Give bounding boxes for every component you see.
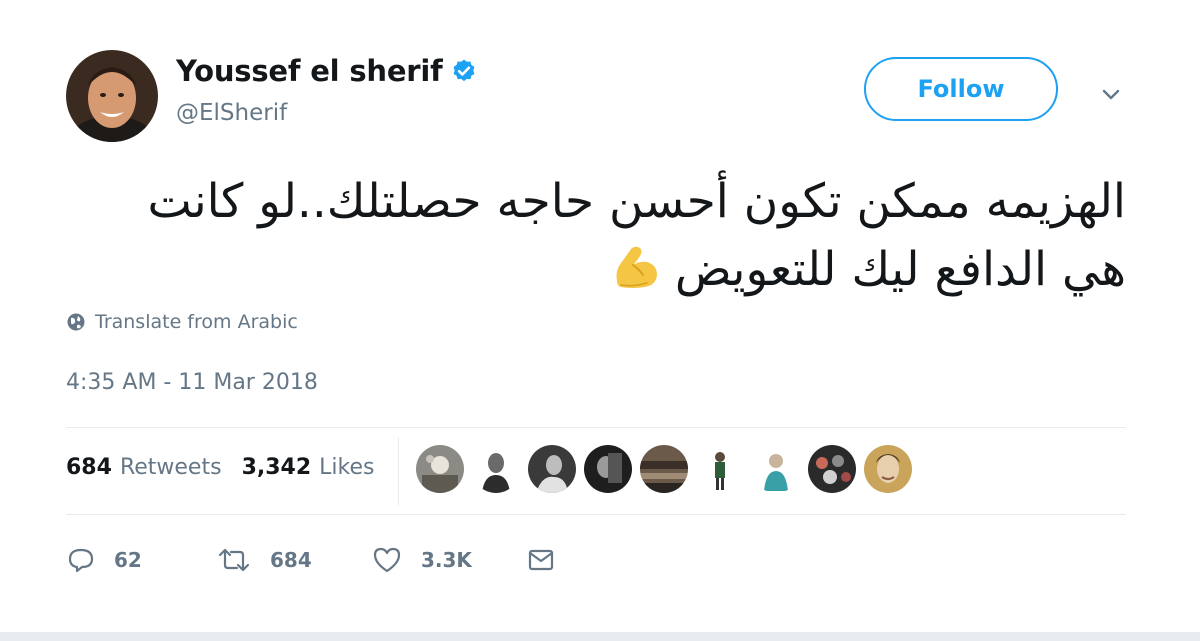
divider	[66, 427, 1126, 428]
liker-avatar[interactable]	[472, 445, 520, 493]
likes-label[interactable]: Likes	[319, 455, 374, 480]
direct-message-button[interactable]	[526, 545, 556, 575]
tweet-stats: 684 Retweets 3,342 Likes	[66, 455, 374, 480]
stats-divider	[398, 437, 399, 505]
retweets-label[interactable]: Retweets	[120, 455, 222, 480]
reply-count: 62	[114, 548, 142, 572]
retweets-count[interactable]: 684	[66, 455, 112, 480]
display-name-row[interactable]: Youssef el sherif	[176, 54, 477, 88]
tweet-line-1: الهزيمه ممكن تكون أحسن حاجه حصلتلك..لو ك…	[147, 174, 1126, 229]
divider	[66, 514, 1126, 515]
heart-icon	[371, 545, 403, 575]
retweet-icon	[216, 545, 252, 575]
liker-avatar[interactable]	[808, 445, 856, 493]
author-avatar[interactable]	[66, 50, 158, 142]
liker-avatar[interactable]	[584, 445, 632, 493]
author-handle[interactable]: @ElSherif	[176, 100, 287, 126]
flexed-biceps-emoji	[609, 241, 663, 295]
follow-button[interactable]: Follow	[864, 57, 1058, 121]
reply-icon	[66, 545, 96, 575]
likers-avatars	[416, 445, 920, 493]
likes-count[interactable]: 3,342	[242, 455, 312, 480]
reply-button[interactable]: 62	[66, 545, 216, 575]
retweet-count: 684	[270, 548, 312, 572]
like-button[interactable]: 3.3K	[371, 545, 526, 575]
tweet-text: الهزيمه ممكن تكون أحسن حاجه حصلتلك..لو ك…	[70, 168, 1126, 304]
translate-label[interactable]: Translate from Arabic	[95, 311, 298, 333]
liker-avatar[interactable]	[416, 445, 464, 493]
tweet-line-2-text: هي الدافع ليك للتعويض	[674, 242, 1126, 297]
liker-avatar[interactable]	[528, 445, 576, 493]
display-name[interactable]: Youssef el sherif	[176, 54, 443, 88]
retweet-button[interactable]: 684	[216, 545, 371, 575]
like-count: 3.3K	[421, 548, 472, 572]
verified-badge-icon	[451, 58, 477, 84]
liker-avatar[interactable]	[752, 445, 800, 493]
translate-link[interactable]: Translate from Arabic	[66, 311, 298, 333]
liker-avatar[interactable]	[640, 445, 688, 493]
chevron-down-icon[interactable]	[1096, 80, 1126, 110]
globe-icon	[66, 312, 86, 332]
envelope-icon	[526, 545, 556, 575]
page-background-strip	[0, 632, 1200, 641]
tweet-timestamp[interactable]: 4:35 AM - 11 Mar 2018	[66, 370, 318, 395]
tweet-line-2: هي الدافع ليك للتعويض	[70, 236, 1126, 304]
tweet-actions: 62 684 3.3K	[66, 540, 556, 580]
tweet-card: Youssef el sherif @ElSherif Follow الهزي…	[0, 0, 1200, 632]
liker-avatar[interactable]	[864, 445, 912, 493]
liker-avatar[interactable]	[696, 445, 744, 493]
